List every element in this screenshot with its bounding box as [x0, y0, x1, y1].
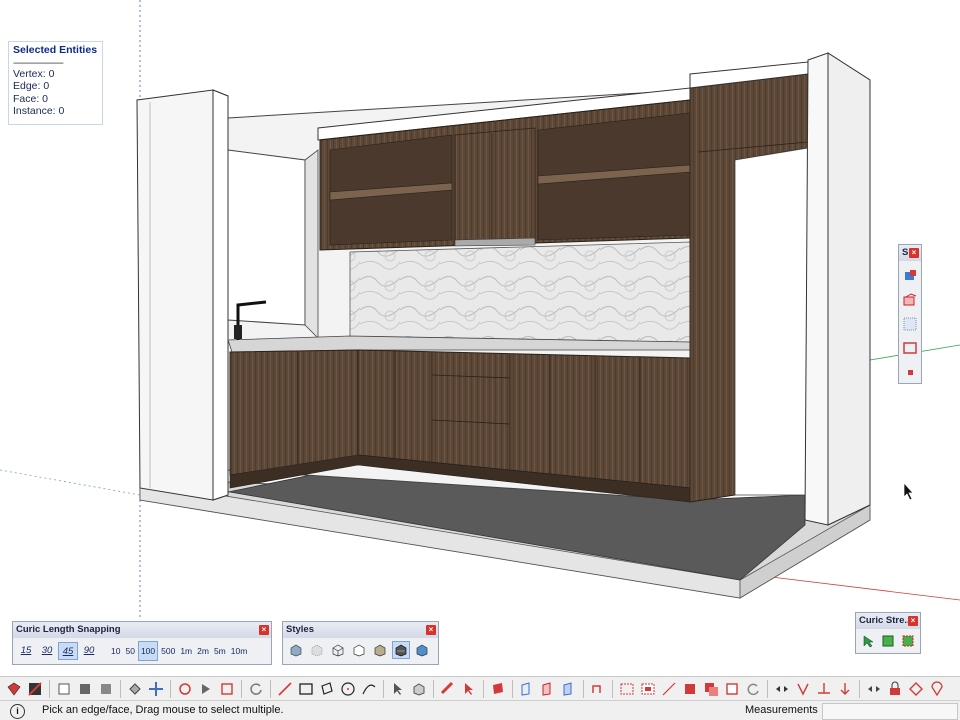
xray-icon[interactable]: [287, 641, 305, 659]
zoom-extents-icon[interactable]: [217, 679, 237, 699]
refresh-icon[interactable]: [246, 679, 266, 699]
close-icon[interactable]: ×: [259, 625, 269, 635]
section-plane-icon[interactable]: [517, 679, 537, 699]
viewport-3d[interactable]: [0, 0, 960, 676]
dimension-icon[interactable]: [459, 679, 479, 699]
selected-entities-title: Selected Entities: [13, 44, 98, 56]
line-icon[interactable]: [275, 679, 295, 699]
snapping-toolbar-title[interactable]: Curic Length Snapping ×: [13, 622, 271, 638]
angle-snap-30[interactable]: 30: [37, 642, 57, 660]
green-axis-dashed: [0, 469, 141, 496]
tape-measure-icon[interactable]: [438, 679, 458, 699]
flip-icon[interactable]: [793, 679, 813, 699]
solid-icon[interactable]: [96, 679, 116, 699]
length-snap-50[interactable]: 50: [123, 642, 136, 660]
offset-icon[interactable]: [617, 679, 637, 699]
measurements-label: Measurements: [745, 704, 818, 716]
red-square-icon[interactable]: [680, 679, 700, 699]
curic-stretch-toolbar[interactable]: Curic Stre... ×: [855, 612, 921, 654]
align-icon[interactable]: [772, 679, 792, 699]
pattern-icon[interactable]: [901, 315, 919, 333]
face-count: Face: 0: [13, 92, 49, 105]
arc-icon[interactable]: [359, 679, 379, 699]
paint-icon[interactable]: [901, 267, 919, 285]
paint-bucket-icon[interactable]: [125, 679, 145, 699]
angle-snap-90[interactable]: 90: [79, 642, 99, 660]
location-icon[interactable]: [927, 679, 947, 699]
measurements-input[interactable]: [822, 703, 958, 720]
length-snap-1m[interactable]: 1m: [178, 642, 194, 660]
pan-icon[interactable]: [196, 679, 216, 699]
section-fill-icon[interactable]: [559, 679, 579, 699]
monochrome-icon[interactable]: [413, 641, 431, 659]
side-toolbar[interactable]: S. ×: [898, 244, 922, 384]
close-icon[interactable]: ×: [426, 625, 436, 635]
length-snap-100[interactable]: 100: [137, 641, 159, 661]
stretch-select-icon[interactable]: [859, 632, 876, 650]
close-icon[interactable]: ×: [909, 248, 919, 258]
status-bar: i Pick an edge/face, Drag mouse to selec…: [0, 700, 960, 720]
circle-icon[interactable]: [338, 679, 358, 699]
close-icon[interactable]: ×: [908, 616, 918, 626]
length-snap-10[interactable]: 10: [109, 642, 122, 660]
push-pull-icon[interactable]: [409, 679, 429, 699]
length-snap-10m[interactable]: 10m: [229, 642, 250, 660]
eraser-icon[interactable]: [25, 679, 45, 699]
rotated-rectangle-icon[interactable]: [317, 679, 337, 699]
base-cabinets-left: [229, 349, 359, 476]
shaded-textures-icon[interactable]: [392, 641, 410, 659]
axes-icon[interactable]: [814, 679, 834, 699]
styles-toolbar[interactable]: Styles ×: [282, 621, 439, 665]
diamond-icon[interactable]: [906, 679, 926, 699]
selected-entities-panel: Selected Entities -------------------- V…: [8, 41, 103, 125]
info-icon[interactable]: i: [10, 704, 25, 719]
text-icon[interactable]: [488, 679, 508, 699]
length-snap-2m[interactable]: 2m: [195, 642, 211, 660]
move-icon[interactable]: [146, 679, 166, 699]
wireframe-icon[interactable]: [329, 641, 347, 659]
pointer-icon[interactable]: [388, 679, 408, 699]
undo-icon[interactable]: [743, 679, 763, 699]
diagonal-line-icon[interactable]: [659, 679, 679, 699]
length-snap-500[interactable]: 500: [159, 642, 177, 660]
angle-snap-15[interactable]: 15: [16, 642, 36, 660]
curic-stretch-title[interactable]: Curic Stre... ×: [856, 613, 920, 629]
follow-me-icon[interactable]: [588, 679, 608, 699]
hidden-line-icon[interactable]: [350, 641, 368, 659]
section-cut-icon[interactable]: [538, 679, 558, 699]
angle-snap-45[interactable]: 45: [58, 642, 78, 660]
styles-toolbar-title[interactable]: Styles ×: [283, 622, 438, 638]
stretch-box-icon[interactable]: [879, 632, 896, 650]
separator: --------------------: [13, 56, 64, 68]
main-toolbar: [0, 676, 960, 700]
curic-length-snapping-toolbar[interactable]: Curic Length Snapping × 15 30 45 90 10 5…: [12, 621, 272, 665]
rectangle-icon[interactable]: [296, 679, 316, 699]
mirror-icon[interactable]: [864, 679, 884, 699]
marble-backsplash: [349, 241, 691, 343]
make-component-icon[interactable]: [54, 679, 74, 699]
rectangle-icon[interactable]: [901, 339, 919, 357]
make-group-icon[interactable]: [75, 679, 95, 699]
orbit-icon[interactable]: [175, 679, 195, 699]
outline-square-icon[interactable]: [722, 679, 742, 699]
select-icon[interactable]: [4, 679, 24, 699]
window: [227, 149, 306, 326]
texture-icon[interactable]: [901, 291, 919, 309]
mouse-cursor: [903, 482, 914, 501]
stack-icon[interactable]: [701, 679, 721, 699]
stretch-box-dashed-icon[interactable]: [900, 632, 917, 650]
lock-icon[interactable]: [885, 679, 905, 699]
side-toolbar-title[interactable]: S. ×: [899, 245, 921, 261]
shaded-icon[interactable]: [371, 641, 389, 659]
scale-icon[interactable]: [638, 679, 658, 699]
stop-icon[interactable]: [901, 363, 919, 381]
edge-count: Edge: 0: [13, 80, 50, 92]
instance-count: Instance: 0: [13, 105, 65, 117]
status-message: Pick an edge/face, Drag mouse to select …: [42, 704, 284, 716]
arrow-down-icon[interactable]: [835, 679, 855, 699]
back-edges-icon[interactable]: [308, 641, 326, 659]
kitchen-model[interactable]: [0, 0, 960, 676]
vertex-count: Vertex: 0: [13, 67, 55, 80]
length-snap-5m[interactable]: 5m: [212, 642, 228, 660]
